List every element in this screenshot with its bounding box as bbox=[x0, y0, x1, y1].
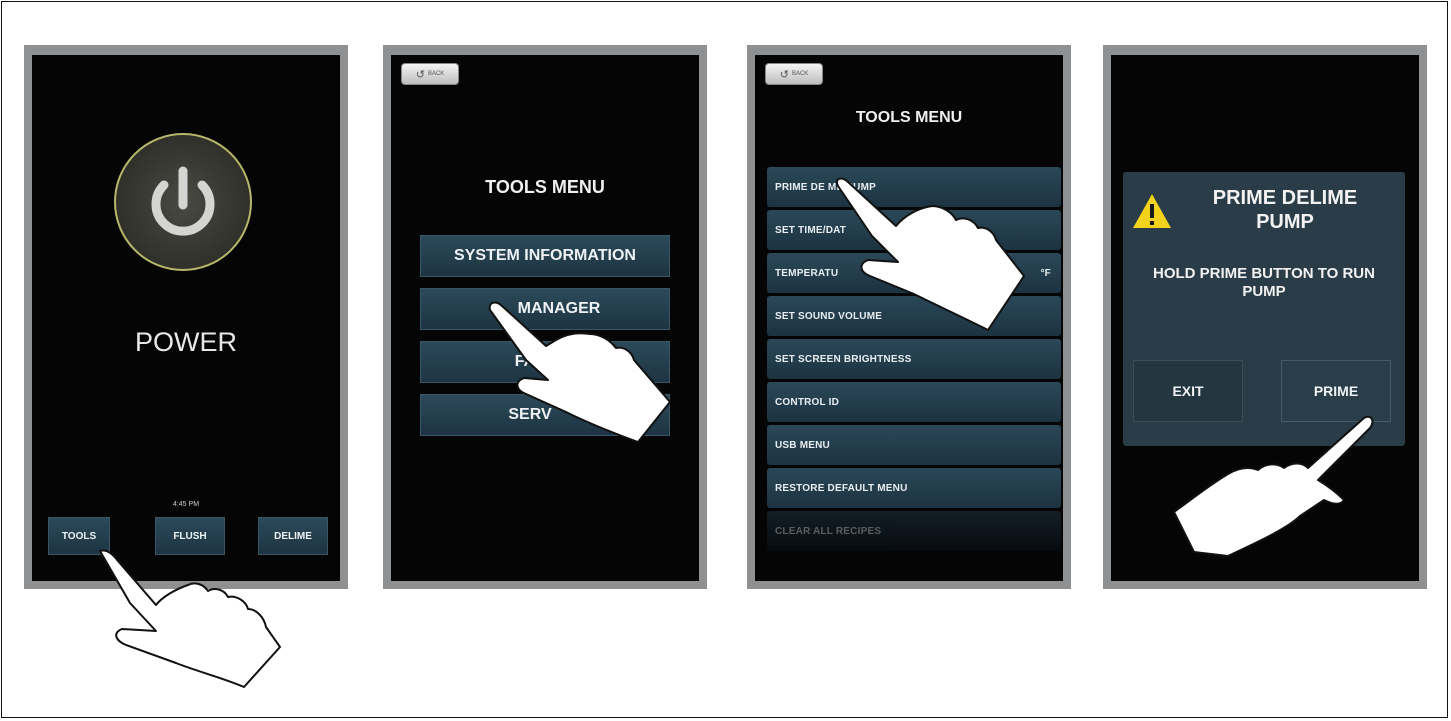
screen-tools-menu-list: ↺ BACK TOOLS MENU PRIME DE ME PUMP SET T… bbox=[747, 45, 1071, 589]
menu-item-factory[interactable]: FA bbox=[420, 341, 670, 383]
power-button[interactable] bbox=[114, 133, 252, 271]
menu-item-manager[interactable]: MANAGER bbox=[420, 288, 670, 330]
prime-button[interactable]: PRIME bbox=[1281, 360, 1391, 422]
delime-button[interactable]: DELIME bbox=[258, 517, 328, 555]
menu-item-label: SET SCREEN BRIGHTNESS bbox=[775, 353, 912, 365]
menu-item-label: SET TIME/DAT bbox=[775, 224, 847, 236]
menu-item-label: MANAGER bbox=[517, 300, 601, 317]
back-arrow-icon: ↺ bbox=[415, 68, 425, 81]
back-button[interactable]: ↺ BACK bbox=[765, 63, 823, 85]
menu-item-temperature[interactable]: TEMPERATU °F bbox=[767, 253, 1061, 293]
menu-item-set-sound-volume[interactable]: SET SOUND VOLUME bbox=[767, 296, 1061, 336]
menu-item-label: PRIME DE ME PUMP bbox=[775, 181, 876, 193]
prime-dialog: PRIME DELIME PUMP HOLD PRIME BUTTON TO R… bbox=[1123, 172, 1405, 446]
menu-item-control-id[interactable]: CONTROL ID bbox=[767, 382, 1061, 422]
menu-item-label: SET SOUND VOLUME bbox=[775, 310, 883, 322]
dialog-message: HOLD PRIME BUTTON TO RUN PUMP bbox=[1153, 265, 1375, 300]
menu-item-label: SERV bbox=[508, 406, 552, 423]
exit-button[interactable]: EXIT bbox=[1133, 360, 1243, 422]
tools-button[interactable]: TOOLS bbox=[48, 517, 110, 555]
screen-prime-dialog-display: PRIME DELIME PUMP HOLD PRIME BUTTON TO R… bbox=[1111, 55, 1419, 581]
menu-item-label: CLEAR ALL RECIPES bbox=[775, 525, 882, 537]
back-button[interactable]: ↺ BACK bbox=[401, 63, 459, 85]
menu-item-label: CONTROL ID bbox=[775, 396, 840, 408]
menu-title: TOOLS MENU bbox=[855, 109, 963, 126]
menu-item-prime-delime-pump[interactable]: PRIME DE ME PUMP bbox=[767, 167, 1061, 207]
screen-power: POWER 4:45 PM TOOLS FLUSH DELIME bbox=[24, 45, 348, 589]
menu-item-label: USB MENU bbox=[775, 439, 830, 451]
menu-item-set-time-date[interactable]: SET TIME/DAT bbox=[767, 210, 1061, 250]
menu-item-system-information[interactable]: SYSTEM INFORMATION bbox=[420, 235, 670, 277]
menu-item-usb-menu[interactable]: USB MENU bbox=[767, 425, 1061, 465]
screen-power-display: POWER 4:45 PM TOOLS FLUSH DELIME bbox=[32, 55, 340, 581]
menu-item-set-screen-brightness[interactable]: SET SCREEN BRIGHTNESS bbox=[767, 339, 1061, 379]
menu-item-service[interactable]: SERV bbox=[420, 394, 670, 436]
back-button-label: BACK bbox=[791, 71, 809, 77]
screen-tools-menu-list-display: ↺ BACK TOOLS MENU PRIME DE ME PUMP SET T… bbox=[755, 55, 1063, 581]
delime-button-label: DELIME bbox=[274, 530, 312, 542]
prime-button-label: PRIME bbox=[1313, 383, 1359, 399]
flush-button-label: FLUSH bbox=[173, 530, 207, 542]
menu-title: TOOLS MENU bbox=[485, 177, 605, 197]
menu-item-clear-all-recipes[interactable]: CLEAR ALL RECIPES bbox=[767, 511, 1061, 551]
flush-button[interactable]: FLUSH bbox=[155, 517, 225, 555]
clock-time: 4:45 PM bbox=[172, 501, 200, 508]
power-icon bbox=[151, 166, 215, 236]
screen-tools-menu: ↺ BACK TOOLS MENU SYSTEM INFORMATION MAN… bbox=[383, 45, 707, 589]
temperature-unit: °F bbox=[1040, 267, 1051, 279]
menu-item-label: RESTORE DEFAULT MENU bbox=[775, 482, 908, 494]
menu-item-label: FA bbox=[514, 353, 536, 370]
screen-prime-dialog: PRIME DELIME PUMP HOLD PRIME BUTTON TO R… bbox=[1103, 45, 1427, 589]
back-arrow-icon: ↺ bbox=[779, 68, 789, 81]
menu-item-label: TEMPERATU bbox=[775, 267, 839, 279]
menu-item-restore-default-menu[interactable]: RESTORE DEFAULT MENU bbox=[767, 468, 1061, 508]
exit-button-label: EXIT bbox=[1172, 383, 1204, 399]
screen-tools-menu-display: ↺ BACK TOOLS MENU SYSTEM INFORMATION MAN… bbox=[391, 55, 699, 581]
power-label: POWER bbox=[134, 327, 237, 357]
menu-item-label: SYSTEM INFORMATION bbox=[454, 247, 636, 264]
dialog-title: PRIME DELIME PUMP bbox=[1212, 187, 1358, 233]
back-button-label: BACK bbox=[427, 71, 445, 77]
warning-icon bbox=[1133, 194, 1171, 228]
tools-button-label: TOOLS bbox=[61, 530, 97, 542]
